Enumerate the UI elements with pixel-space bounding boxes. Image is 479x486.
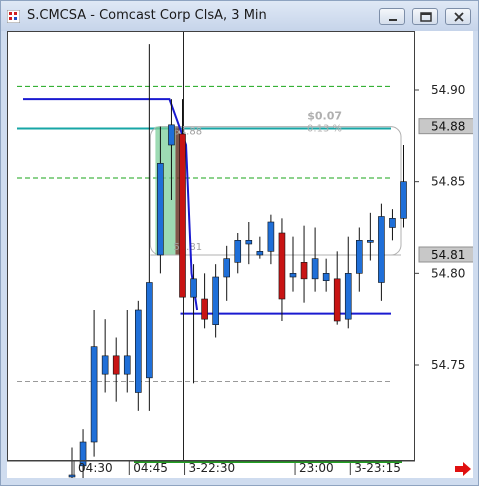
- minimize-icon: [389, 19, 397, 21]
- restore-button[interactable]: [412, 8, 438, 25]
- candle-up[interactable]: [367, 240, 374, 243]
- minimize-button[interactable]: [379, 8, 405, 25]
- candle-up[interactable]: [168, 124, 175, 146]
- candle-down[interactable]: [179, 133, 186, 298]
- candle-down[interactable]: [333, 278, 341, 322]
- candle-up[interactable]: [311, 258, 319, 280]
- candle-up[interactable]: [146, 282, 153, 379]
- window-title: S.CMCSA - Comcast Corp ClsA, 3 Min: [27, 8, 267, 23]
- y-tick-label: 54.90: [431, 83, 465, 97]
- candle-up[interactable]: [245, 240, 253, 245]
- measure-dark-shade: [175, 126, 180, 256]
- price-tag-label: 54.81: [431, 248, 465, 262]
- candle-up[interactable]: [123, 355, 131, 375]
- x-tick-label: 04:45: [133, 461, 168, 475]
- measure-change-label: $0.07: [307, 110, 342, 123]
- chart-app-icon: [7, 10, 20, 23]
- candle-up[interactable]: [355, 240, 363, 274]
- y-tick-label: 54.85: [431, 175, 465, 189]
- candle-up[interactable]: [389, 218, 396, 228]
- measure-to-label: 54.88: [173, 127, 202, 138]
- price-chart[interactable]: 54.88 54.81 $0.070.13 % 54.90 54.85 54.80 54.7…: [7, 31, 473, 478]
- candle-up[interactable]: [256, 251, 264, 256]
- candle-up[interactable]: [400, 181, 407, 219]
- candle-up[interactable]: [223, 258, 230, 278]
- candle-up[interactable]: [344, 273, 352, 320]
- candle-up[interactable]: [289, 273, 297, 278]
- candle-up[interactable]: [135, 309, 142, 393]
- candle-up[interactable]: [68, 474, 76, 478]
- measure-percent-label: 0.13 %: [307, 124, 342, 135]
- x-tick-label: 3-22:30: [189, 461, 236, 475]
- close-icon: [454, 12, 464, 22]
- candle-up[interactable]: [157, 163, 164, 256]
- candle-up[interactable]: [101, 355, 109, 375]
- red-right-arrow-icon[interactable]: [454, 461, 472, 477]
- y-tick-label: 54.75: [431, 358, 465, 372]
- price-tag-label: 54.88: [431, 120, 465, 134]
- candle-up[interactable]: [234, 240, 242, 263]
- x-tick-label: 04:30: [78, 461, 113, 475]
- candle-up[interactable]: [190, 278, 197, 298]
- x-tick-label: 3-23:15: [354, 461, 401, 475]
- close-button[interactable]: [445, 8, 471, 25]
- measure-from-label: 54.81: [173, 242, 202, 253]
- chart-window: S.CMCSA - Comcast Corp ClsA, 3 Min 54.88…: [0, 0, 479, 486]
- candle-up[interactable]: [267, 221, 275, 252]
- chart-area[interactable]: 54.88 54.81 $0.07 0.13 % 54.90 54.85 54.80 54.7…: [7, 31, 473, 478]
- y-tick-label: 54.80: [431, 266, 465, 280]
- candle-down[interactable]: [201, 298, 208, 320]
- candle-up[interactable]: [212, 276, 219, 325]
- x-tick-label: 23:00: [299, 461, 334, 475]
- candle-up[interactable]: [90, 346, 98, 443]
- candle-up[interactable]: [378, 216, 385, 283]
- restore-icon: [420, 12, 432, 22]
- candle-down[interactable]: [300, 262, 308, 280]
- candle-down[interactable]: [112, 355, 120, 375]
- title-bar[interactable]: S.CMCSA - Comcast Corp ClsA, 3 Min: [1, 1, 478, 31]
- candle-down[interactable]: [278, 232, 286, 300]
- candle-up[interactable]: [322, 273, 330, 281]
